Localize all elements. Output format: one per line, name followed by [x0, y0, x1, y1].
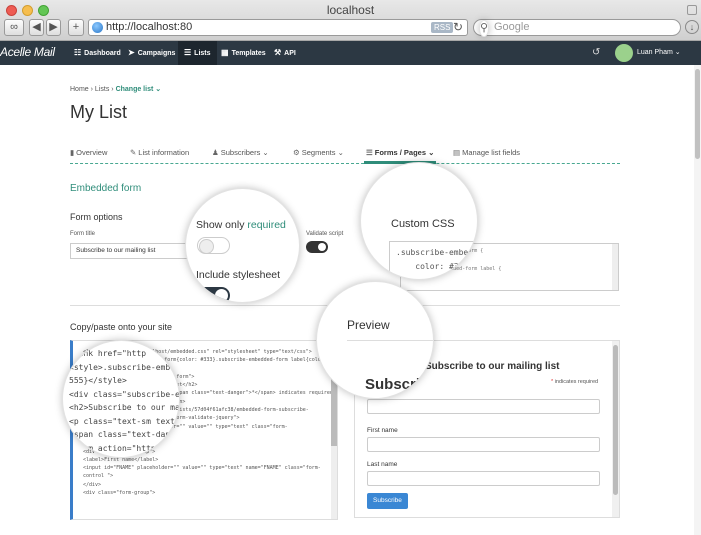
app-logo[interactable]: Acelle Mail: [0, 45, 55, 59]
last-name-label: Last name: [367, 461, 398, 468]
tab-segments[interactable]: ⚙ Segments ⌄: [293, 148, 344, 157]
template-icon: ▦: [221, 48, 229, 57]
magnifier-preview: Preview Subscri: [316, 281, 434, 399]
nav-lists[interactable]: ☰ Lists: [178, 41, 217, 65]
form-title-label: Form title: [70, 231, 96, 237]
nav-api[interactable]: ⚒ API: [268, 41, 302, 65]
nav-campaigns[interactable]: ➤ Campaigns: [122, 41, 181, 65]
wrench-icon: ⚒: [274, 48, 282, 57]
zoomed-code-line: <style>.subscribe-embe: [69, 362, 175, 372]
tab-overview[interactable]: ▮ Overview: [70, 148, 107, 157]
subscribe-button[interactable]: Subscribe: [367, 493, 408, 509]
preview-form-title: Subscribe to our mailing list: [425, 361, 560, 372]
nav-templates[interactable]: ▦ Templates: [215, 41, 272, 65]
zoomed-code-line: <p class="text-sm text-r: [69, 416, 180, 426]
show-only-required-toggle[interactable]: [197, 237, 230, 254]
form-options-heading: Form options: [70, 212, 123, 222]
zoomed-code-line: <h2>Subscribe to our mai: [69, 403, 180, 412]
form-title-input[interactable]: Subscribe to our mailing list: [70, 243, 193, 259]
fullscreen-icon[interactable]: [687, 5, 697, 15]
history-icon[interactable]: ↺: [592, 47, 600, 58]
back-button[interactable]: ◀: [29, 19, 44, 36]
forward-button[interactable]: ▶: [46, 19, 61, 36]
zoomed-code-line: <div class="subscribe-em: [69, 389, 180, 399]
code-line: control ">: [83, 473, 114, 480]
fields-icon: ▤: [453, 148, 461, 157]
edit-icon: ✎: [130, 148, 137, 157]
reader-icon[interactable]: ∞: [4, 19, 24, 36]
search-input[interactable]: ⚲ Google: [473, 19, 681, 37]
preview-scrollbar[interactable]: [612, 341, 619, 517]
dashboard-icon: ☷: [74, 48, 82, 57]
zoomed-code-line: <form action="http://: [69, 443, 171, 453]
list-tabs: ▮ Overview ✎ List information ♟ Subscribers…: [70, 145, 620, 164]
validate-script-label: Validate script: [306, 231, 344, 237]
top-navbar: Acelle Mail ☷ Dashboard ➤ Campaigns ☰ Lists…: [0, 41, 701, 65]
chevron-down-icon: ⌄: [155, 86, 162, 93]
scrollbar-thumb[interactable]: [695, 69, 700, 159]
code-line: </div>: [83, 481, 102, 488]
required-note: * indicates required: [551, 379, 599, 385]
page-title: My List: [70, 102, 128, 122]
preview-first-name-input[interactable]: [367, 437, 600, 452]
nav-dashboard[interactable]: ☷ Dashboard: [68, 41, 127, 65]
code-line: <input id="FNAME" placeholder="" value="…: [83, 465, 321, 472]
search-placeholder: Google: [494, 21, 530, 33]
tab-subscribers[interactable]: ♟ Subscribers ⌄: [212, 148, 269, 157]
chevron-down-icon: ⌄: [674, 49, 681, 56]
users-icon: ♟: [212, 148, 219, 157]
paper-plane-icon: ➤: [128, 48, 135, 57]
browser-chrome: localhost ∞ ◀ ▶ + http://localhost:80 RS…: [0, 0, 701, 41]
tab-manage-list-fields[interactable]: ▤ Manage list fields: [453, 148, 520, 157]
zoomed-preview-title: Subscri: [365, 376, 421, 393]
include-stylesheet-label: Include stylesheet: [196, 269, 281, 281]
preview-heading: Preview: [347, 318, 390, 332]
breadcrumb-lists[interactable]: Lists: [95, 86, 109, 93]
reload-icon[interactable]: ↻: [453, 20, 463, 34]
first-name-label: First name: [367, 427, 398, 434]
divider: [347, 340, 433, 341]
new-tab-button[interactable]: +: [68, 19, 84, 36]
preview-scrollbar-thumb[interactable]: [613, 345, 618, 495]
magnifier-custom-css: Custom CSS .subscribe-embe color: #333: [360, 162, 478, 280]
address-bar[interactable]: http://localhost:80: [88, 19, 468, 36]
rss-button[interactable]: RSS: [431, 22, 454, 33]
tab-list-information[interactable]: ✎ List information: [130, 148, 189, 157]
preview-last-name-input[interactable]: [367, 471, 600, 486]
breadcrumb: Home › Lists › Change list ⌄: [70, 86, 162, 93]
downloads-icon[interactable]: ↓: [685, 20, 699, 34]
copy-paste-heading: Copy/paste onto your site: [70, 322, 173, 332]
embedded-form-heading: Embedded form: [70, 183, 142, 194]
forms-icon: ☰: [366, 148, 373, 157]
validate-script-toggle[interactable]: [306, 241, 328, 253]
magnifier-code: <link href="http <style>.subscribe-embe 55…: [62, 340, 180, 458]
code-line: <div class="form-group">: [83, 490, 156, 497]
zoomed-code-line: <span class="text-dange: [69, 430, 180, 439]
breadcrumb-home[interactable]: Home: [70, 86, 89, 93]
chart-icon: ▮: [70, 148, 75, 157]
user-menu[interactable]: Luan Pham ⌄: [637, 41, 681, 65]
zoomed-code-line: <link href="http: [69, 349, 147, 358]
page-scrollbar[interactable]: [694, 65, 701, 535]
custom-css-heading: Custom CSS: [391, 218, 455, 230]
show-only-required-label: Show only required: [196, 219, 286, 231]
search-icon: ⚲: [479, 20, 490, 37]
url-text: http://localhost:80: [106, 21, 193, 33]
include-stylesheet-toggle[interactable]: [197, 287, 230, 302]
list-icon: ☰: [184, 48, 192, 57]
zoomed-embed-code: <link href="http <style>.subscribe-embe 55…: [69, 347, 180, 457]
window-title: localhost: [326, 3, 375, 17]
zoomed-css-textarea[interactable]: .subscribe-embe color: #333: [389, 241, 477, 279]
zoomed-code-line: 555}</style>: [69, 376, 127, 385]
avatar[interactable]: [615, 44, 633, 62]
preview-email-input[interactable]: [367, 399, 600, 414]
segments-icon: ⚙: [293, 148, 300, 157]
css-scrollbar[interactable]: [612, 244, 618, 290]
globe-icon: [92, 22, 103, 33]
magnifier-options: Show only required Include stylesheet: [185, 188, 300, 303]
tab-forms-pages[interactable]: ☰ Forms / Pages ⌄: [363, 148, 437, 164]
change-list-dropdown[interactable]: Change list ⌄: [116, 86, 162, 93]
